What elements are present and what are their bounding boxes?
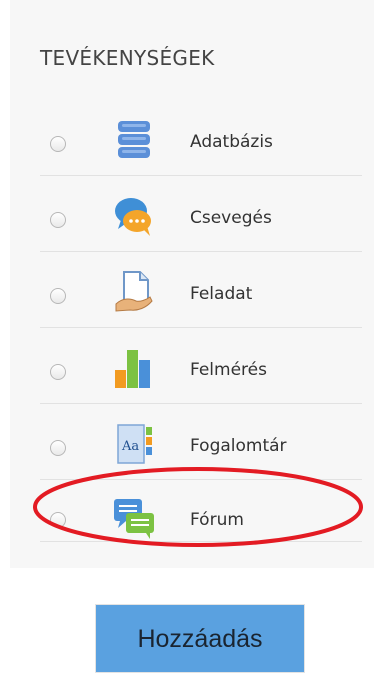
activity-row-feladat[interactable]: Feladat (40, 252, 362, 328)
activities-panel: TEVÉKENYSÉGEK Adatbázis Csevegés Feladat… (10, 0, 374, 568)
radio-adatbazis[interactable] (50, 136, 66, 152)
activity-row-felmeres[interactable]: Felmérés (40, 328, 362, 404)
assignment-icon (115, 271, 153, 312)
activity-label: Fórum (190, 510, 244, 530)
activity-row-adatbazis[interactable]: Adatbázis (40, 100, 362, 176)
survey-chart-icon (115, 350, 150, 388)
activity-label: Adatbázis (190, 132, 273, 152)
activity-list: Adatbázis Csevegés Feladat Felmérés Aa F… (40, 100, 362, 542)
activity-row-fogalomtar[interactable]: Aa Fogalomtár (40, 404, 362, 480)
activity-label: Felmérés (190, 360, 267, 380)
activity-label: Csevegés (190, 208, 272, 228)
activity-label: Feladat (190, 284, 253, 304)
radio-csevegés[interactable] (50, 212, 66, 228)
radio-felmeres[interactable] (50, 364, 66, 380)
activity-label: Fogalomtár (190, 436, 287, 456)
forum-icon (114, 499, 154, 539)
glossary-icon: Aa (117, 424, 152, 464)
activities-heading: TEVÉKENYSÉGEK (40, 46, 215, 70)
radio-feladat[interactable] (50, 288, 66, 304)
activity-row-forum[interactable]: Fórum (40, 480, 362, 542)
chat-icon (115, 198, 151, 236)
database-icon (118, 121, 150, 158)
svg-text:Aa: Aa (121, 439, 139, 454)
radio-forum[interactable] (50, 512, 66, 528)
add-button[interactable]: Hozzáadás (96, 605, 304, 672)
radio-fogalomtar[interactable] (50, 440, 66, 456)
activity-row-csevegés[interactable]: Csevegés (40, 176, 362, 252)
